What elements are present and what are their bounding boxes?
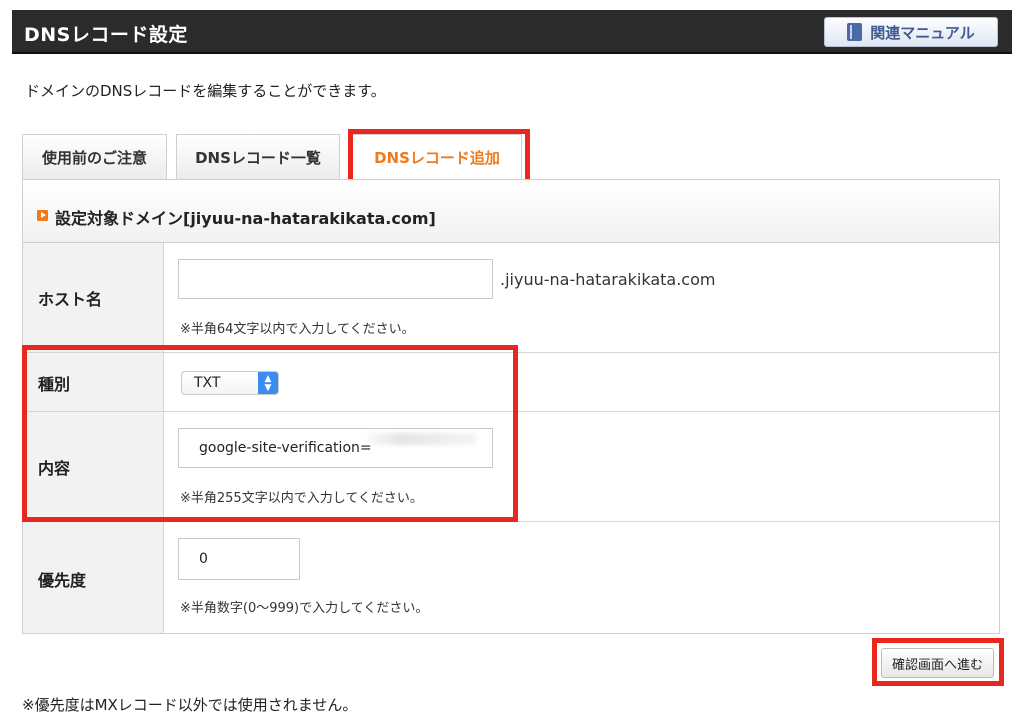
record-type-select[interactable]: TXT ▲ ▼ [181, 371, 279, 395]
content-field-wrap [178, 428, 493, 468]
row-type: 種別 TXT ▲ ▼ [23, 353, 999, 412]
intro-text: ドメインのDNSレコードを編集することができます。 [25, 82, 386, 100]
tab-precautions[interactable]: 使用前のご注意 [22, 134, 167, 179]
page-title: DNSレコード設定 [24, 24, 188, 46]
book-icon [847, 23, 863, 41]
domain-heading-row: 設定対象ドメイン[jiyuu-na-hatarakikata.com] [23, 180, 999, 243]
record-type-value: TXT [194, 375, 221, 391]
row-content: 内容 ※半角255文字以内で入力してください。 [23, 412, 999, 522]
row-host: ホスト名 .jiyuu-na-hatarakikata.com ※半角64文字以… [23, 243, 999, 353]
tab-dns-record-add[interactable]: DNSレコード追加 [352, 134, 522, 180]
related-manual-button[interactable]: 関連マニュアル [824, 17, 998, 47]
priority-footnote: ※優先度はMXレコード以外では使用されません。 [22, 696, 358, 714]
row-priority: 優先度 ※半角数字(0〜999)で入力してください。 [23, 522, 999, 633]
tab-dns-record-list[interactable]: DNSレコード一覧 [176, 134, 340, 179]
priority-label: 優先度 [38, 571, 87, 590]
redacted-blur [368, 433, 476, 445]
confirm-screen-button[interactable]: 確認画面へ進む [881, 648, 994, 678]
orange-arrow-icon [37, 210, 48, 221]
content-label: 内容 [38, 459, 71, 478]
chevron-updown-icon: ▲ ▼ [258, 372, 278, 394]
header-bar: DNSレコード設定 関連マニュアル [12, 10, 1012, 54]
host-label: ホスト名 [38, 290, 103, 309]
related-manual-label: 関連マニュアル [870, 23, 975, 42]
host-hint: ※半角64文字以内で入力してください。 [180, 322, 415, 337]
domain-heading: 設定対象ドメイン[jiyuu-na-hatarakikata.com] [55, 209, 436, 228]
dns-form-panel: 設定対象ドメイン[jiyuu-na-hatarakikata.com] ホスト名… [22, 179, 1000, 634]
priority-hint: ※半角数字(0〜999)で入力してください。 [180, 601, 429, 616]
content-hint: ※半角255文字以内で入力してください。 [180, 491, 423, 506]
type-label: 種別 [38, 375, 71, 394]
host-name-input[interactable] [178, 259, 493, 299]
host-domain-suffix: .jiyuu-na-hatarakikata.com [500, 270, 716, 289]
priority-input[interactable] [178, 538, 300, 580]
